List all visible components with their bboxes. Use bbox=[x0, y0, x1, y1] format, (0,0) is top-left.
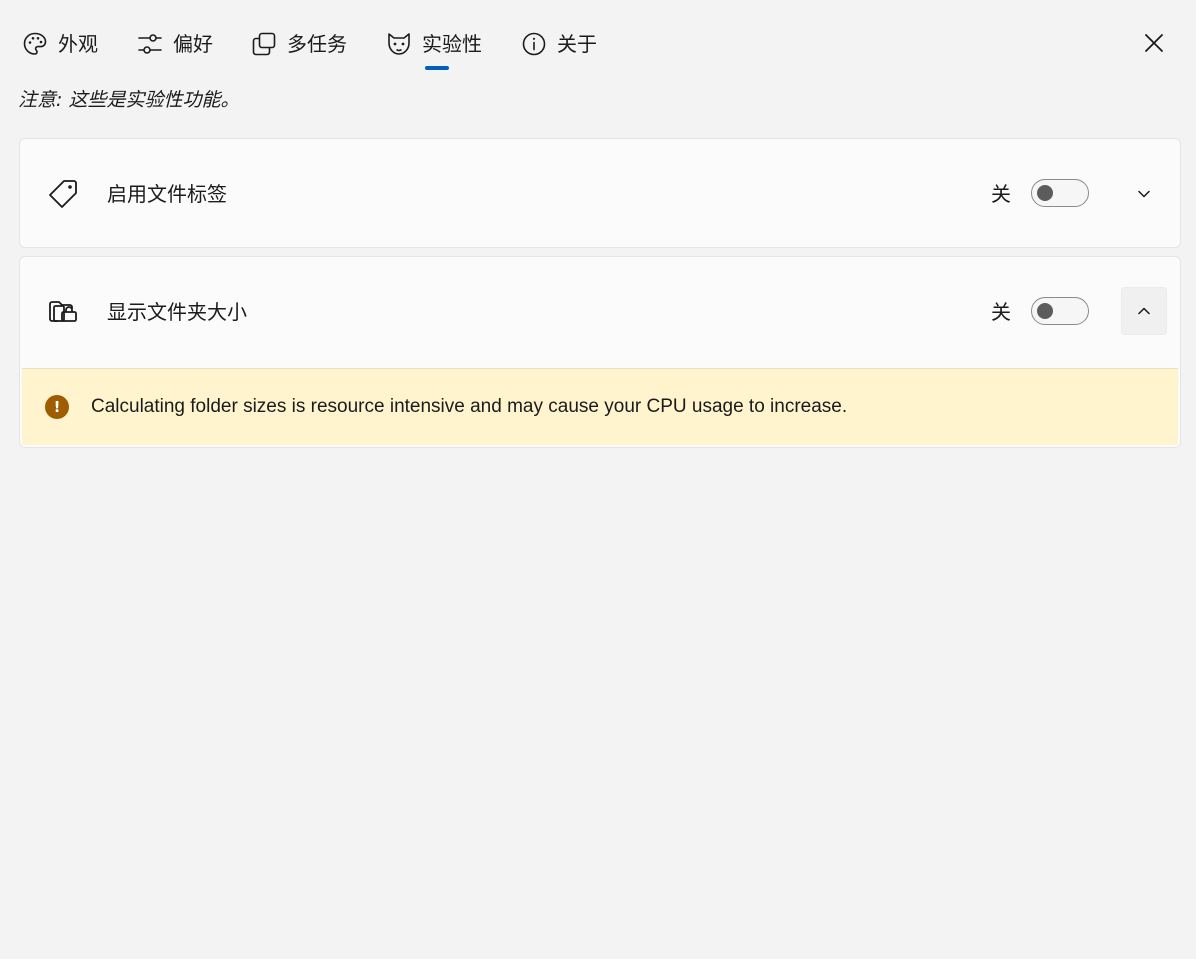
file-tags-toggle[interactable] bbox=[1031, 179, 1089, 207]
tag-icon bbox=[46, 177, 80, 211]
collapse-button[interactable] bbox=[1121, 287, 1167, 335]
info-icon bbox=[521, 31, 547, 57]
close-button[interactable] bbox=[1138, 27, 1170, 59]
active-tab-indicator bbox=[425, 66, 449, 70]
warning-icon: ! bbox=[45, 395, 69, 419]
setting-title: 启用文件标签 bbox=[107, 182, 227, 206]
tab-label: 关于 bbox=[557, 32, 597, 56]
toggle-knob bbox=[1037, 303, 1053, 319]
folder-size-warning: ! Calculating folder sizes is resource i… bbox=[22, 368, 1178, 445]
settings-tab-bar: 外观 偏好 多任务 实验性 关于 bbox=[0, 0, 1196, 80]
folder-size-toggle[interactable] bbox=[1031, 297, 1089, 325]
flask-icon bbox=[386, 31, 412, 57]
multitask-windows-icon bbox=[251, 31, 277, 57]
tab-appearance[interactable]: 外观 bbox=[22, 24, 98, 64]
sliders-icon bbox=[137, 31, 163, 57]
toggle-state-label: 关 bbox=[991, 300, 1011, 324]
tab-label: 实验性 bbox=[422, 32, 482, 56]
setting-card-header[interactable]: 显示文件夹大小 关 bbox=[20, 257, 1180, 367]
setting-card-file-tags: 启用文件标签 关 bbox=[19, 138, 1181, 248]
chevron-down-icon bbox=[1136, 186, 1152, 202]
toggle-state-label: 关 bbox=[991, 182, 1011, 206]
palette-icon bbox=[22, 31, 48, 57]
tab-experimental[interactable]: 实验性 bbox=[386, 24, 482, 64]
tab-multitasking[interactable]: 多任务 bbox=[251, 24, 347, 64]
close-icon bbox=[1143, 32, 1165, 54]
tab-label: 外观 bbox=[58, 32, 98, 56]
warning-text: Calculating folder sizes is resource int… bbox=[91, 396, 848, 417]
setting-title: 显示文件夹大小 bbox=[107, 300, 247, 324]
setting-card-header[interactable]: 启用文件标签 关 bbox=[20, 139, 1180, 249]
tab-label: 多任务 bbox=[287, 32, 347, 56]
experimental-note: 注意: 这些是实验性功能。 bbox=[18, 89, 240, 111]
toggle-knob bbox=[1037, 185, 1053, 201]
setting-card-folder-size: 显示文件夹大小 关 ! Calculating folder sizes is … bbox=[19, 256, 1181, 448]
tab-about[interactable]: 关于 bbox=[521, 24, 597, 64]
expand-button[interactable] bbox=[1121, 171, 1167, 217]
chevron-up-icon bbox=[1136, 303, 1152, 319]
folder-size-icon bbox=[46, 295, 80, 329]
tab-preferences[interactable]: 偏好 bbox=[137, 24, 213, 64]
tab-label: 偏好 bbox=[173, 32, 213, 56]
